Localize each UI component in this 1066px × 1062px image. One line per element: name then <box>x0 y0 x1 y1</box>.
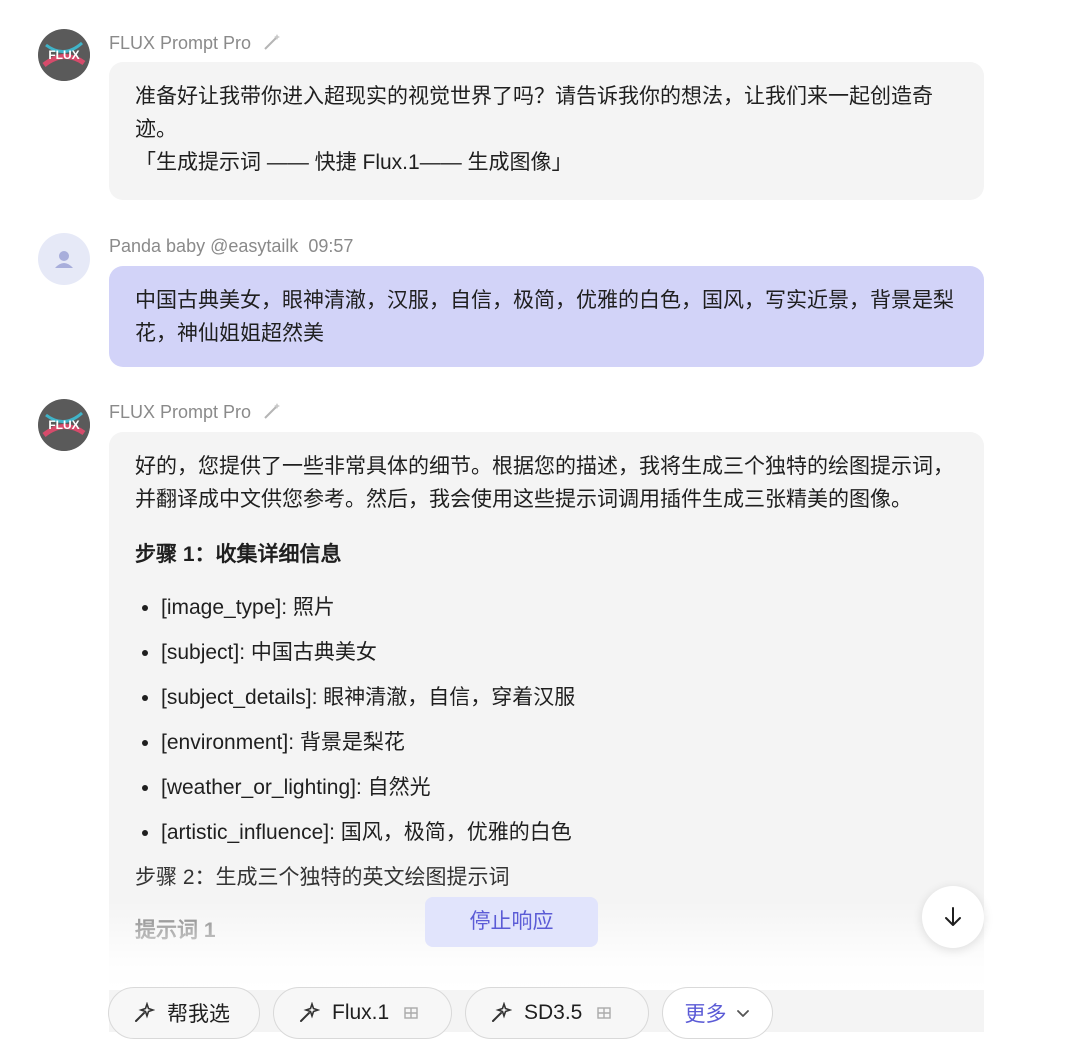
message-time: 09:57 <box>308 236 354 256</box>
chip-flux1[interactable]: Flux.1 <box>273 987 452 1039</box>
detail-value: : 照片 <box>281 596 335 619</box>
list-item: [subject]: 中国古典美女 <box>161 636 958 669</box>
step-heading: 步骤 1：收集详细信息 <box>135 543 342 566</box>
sparkle-icon <box>490 1002 512 1024</box>
stop-response-button[interactable]: 停止响应 <box>425 897 598 947</box>
step-heading: 步骤 2：生成三个独特的英文绘图提示词 <box>135 866 510 889</box>
stop-response-label: 停止响应 <box>469 910 554 933</box>
message-sender: FLUX Prompt Pro <box>109 31 282 55</box>
flux-logo-icon: FLUX <box>38 399 90 451</box>
svg-text:FLUX: FLUX <box>48 418 79 432</box>
chip-sd35[interactable]: SD3.5 <box>465 987 649 1039</box>
detail-key: [image_type] <box>161 596 282 619</box>
list-item: [image_type]: 照片 <box>161 591 958 624</box>
scroll-to-bottom-button[interactable] <box>922 886 984 948</box>
chip-label: 帮我选 <box>167 1003 230 1026</box>
sparkle-icon <box>298 1002 320 1024</box>
sparkle-icon <box>133 1002 155 1024</box>
grid-icon <box>596 1005 612 1021</box>
bot-avatar[interactable]: FLUX <box>38 29 90 81</box>
detail-key: [artistic_influence] <box>161 821 330 844</box>
message-text: 中国古典美女，眼神清澈，汉服，自信，极简，优雅的白色，国风，写实近景，背景是梨花… <box>135 289 954 345</box>
detail-value: : 自然光 <box>355 776 431 799</box>
message-sender: FLUX Prompt Pro <box>109 400 282 424</box>
detail-key: [subject_details] <box>161 686 312 709</box>
detail-value: : 眼神清澈，自信，穿着汉服 <box>311 686 576 709</box>
detail-value: : 背景是梨花 <box>288 731 405 754</box>
flux-logo-icon: FLUX <box>38 29 90 81</box>
message-text: 「生成提示词 —— 快捷 Flux.1—— 生成图像」 <box>135 151 573 174</box>
list-item: [artistic_influence]: 国风，极简，优雅的白色 <box>161 816 958 849</box>
grid-icon <box>403 1005 419 1021</box>
detail-value: : 中国古典美女 <box>239 641 377 664</box>
message-sender: Panda baby @easytailk 09:57 <box>109 234 353 258</box>
list-item: [subject_details]: 眼神清澈，自信，穿着汉服 <box>161 681 958 714</box>
detail-value: : 国风，极简，优雅的白色 <box>329 821 572 844</box>
detail-key: [subject] <box>161 641 240 664</box>
chevron-down-icon <box>735 1005 751 1021</box>
user-message-bubble: 中国古典美女，眼神清澈，汉服，自信，极简，优雅的白色，国风，写实近景，背景是梨花… <box>109 266 984 367</box>
arrow-down-icon <box>945 907 961 926</box>
bot-avatar[interactable]: FLUX <box>38 399 90 451</box>
more-button[interactable]: 更多 <box>662 987 773 1039</box>
svg-text:FLUX: FLUX <box>48 48 79 62</box>
sender-name: FLUX Prompt Pro <box>109 33 252 53</box>
sender-name: Panda baby @easytailk <box>109 236 299 256</box>
sender-name: FLUX Prompt Pro <box>109 402 252 422</box>
user-avatar[interactable] <box>38 233 90 285</box>
detail-list: [image_type]: 照片 [subject]: 中国古典美女 [subj… <box>135 591 958 849</box>
message-text: 准备好让我带你进入超现实的视觉世界了吗？请告诉我你的想法，让我们来一起创造奇迹。 <box>135 85 933 141</box>
magic-wand-icon <box>262 401 282 427</box>
more-label: 更多 <box>684 1003 727 1026</box>
bot-message-bubble: 准备好让我带你进入超现实的视觉世界了吗？请告诉我你的想法，让我们来一起创造奇迹。… <box>109 62 984 200</box>
list-item: [weather_or_lighting]: 自然光 <box>161 771 958 804</box>
detail-key: [environment] <box>161 731 289 754</box>
chat-view: FLUX FLUX Prompt Pro 准备好让我带你进入超现实的视觉世界了吗… <box>0 0 1066 1062</box>
user-icon <box>55 251 73 268</box>
chip-label: SD3.5 <box>524 1001 583 1024</box>
list-item: [environment]: 背景是梨花 <box>161 726 958 759</box>
chip-label: Flux.1 <box>332 1001 390 1024</box>
message-text: 好的，您提供了一些非常具体的细节。根据您的描述，我将生成三个独特的绘图提示词，并… <box>135 455 954 511</box>
chip-help-me-choose[interactable]: 帮我选 <box>108 987 260 1039</box>
detail-key: [weather_or_lighting] <box>161 776 356 799</box>
magic-wand-icon <box>262 32 282 58</box>
